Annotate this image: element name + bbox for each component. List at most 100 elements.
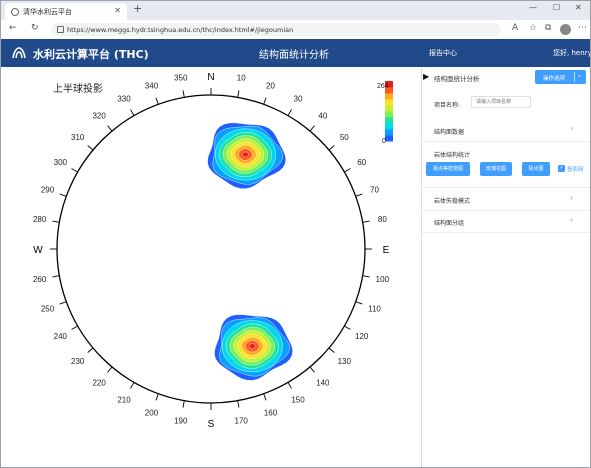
read-aloud-icon[interactable]: A [512,23,518,33]
azimuth-tick [130,109,135,116]
section-rock-statistics[interactable]: 岩体结构统计 [422,142,590,164]
colorbar-swatch [385,117,393,124]
azimuth-label: 10 [237,74,246,83]
azimuth-tick [355,301,363,305]
azimuth-tick [263,97,267,105]
favorite-star-icon[interactable]: ☆ [529,23,537,33]
pole-plot-button[interactable]: 极点图 [522,162,550,176]
colorbar: 264 0 [377,81,393,145]
density-contour-band [242,151,249,158]
colorbar-swatch [385,123,393,130]
pole-density-button[interactable]: 极点等密度图 [426,162,470,176]
azimuth-label: 30 [294,94,303,103]
azimuth-tick [362,220,370,223]
azimuth-tick [309,125,315,132]
azimuth-tick [182,400,185,408]
azimuth-label: 220 [92,378,106,387]
azimuth-tick [328,347,335,353]
close-window-icon[interactable]: ✕ [575,3,582,12]
caret-right-icon: ▶ [423,72,430,81]
azimuth-tick [237,90,240,98]
density-cluster [207,122,287,189]
section-grouping[interactable]: 结构面分组 › [422,210,590,233]
azimuth-label: 20 [266,81,275,90]
collections-icon[interactable]: ⧉ [545,23,551,33]
browser-tab[interactable]: 清华水利云平台 ✕ [5,3,127,20]
colorbar-swatch [385,93,393,100]
azimuth-tick [155,97,159,105]
options-divider [574,72,575,82]
browser-window: 清华水利云平台 ✕ + — ☐ ✕ ← ↻ https://www.meggs.… [0,0,591,468]
azimuth-label: 120 [355,332,369,341]
projection-net-label[interactable]: 投影网 [567,165,584,173]
azimuth-label: 60 [357,158,366,167]
tab-title: 清华水利云平台 [23,8,72,16]
user-greeting[interactable]: 您好, henry [553,48,590,58]
azimuth-label: 170 [235,416,249,425]
section-failure-mode[interactable]: 岩体失稳模式 › [422,187,590,211]
azimuth-ticks [50,88,372,410]
density-contours [207,122,293,381]
chevron-down-icon[interactable]: ⌄ [577,72,582,79]
stereonet-plot: 上半球投影 10 20 30 40 50 60 70 80 100 110 120 130 140 150… [1,67,420,467]
azimuth-tick [362,275,370,278]
section-label: 结构面数据 [434,129,465,136]
project-name-label: 项目名称: [434,102,461,109]
maximize-icon[interactable]: ☐ [553,3,560,12]
section-structure-data[interactable]: 结构面数据 › [422,119,590,142]
app-title: 水利云计算平台 (THC) [33,48,149,61]
panel-title: 结构面统计分析 [434,75,480,83]
globe-icon [11,8,19,16]
azimuth-label: 210 [117,396,131,405]
profile-avatar[interactable] [560,24,571,35]
azimuth-label: 140 [316,378,330,387]
azimuth-label: 250 [41,305,55,314]
colorbar-swatch [385,99,393,106]
azimuth-label: 260 [33,275,47,284]
azimuth-label: 160 [264,409,278,418]
refresh-icon[interactable]: ↻ [31,23,39,33]
projection-net-checkbox[interactable]: ✓ [558,165,565,172]
azimuth-label: 50 [340,133,349,142]
azimuth-tick [52,275,60,278]
url-field[interactable]: https://www.meggs.hydr.tsinghua.edu.cn/t… [51,23,501,36]
more-menu-icon[interactable]: ⋯ [578,23,587,33]
rose-diagram-button[interactable]: 玫瑰花图 [480,162,512,176]
section-label: 岩体失稳模式 [434,198,471,205]
azimuth-tick [287,382,292,389]
azimuth-tick [355,193,363,197]
azimuth-label: 100 [376,275,390,284]
azimuth-labels: 10 20 30 40 50 60 70 80 100 110 120 130 140 150 160 170… [33,74,390,426]
section-label: 结构面分组 [434,220,465,227]
west-label: W [33,245,43,256]
azimuth-tick [87,145,94,151]
azimuth-tick [344,168,351,173]
minimize-icon[interactable]: — [529,3,537,12]
azimuth-label: 350 [174,74,188,83]
azimuth-label: 240 [54,332,68,341]
project-name-input[interactable] [471,96,531,108]
azimuth-label: 150 [291,396,305,405]
options-button[interactable]: 操作选项 ⌄ [535,70,586,84]
colorbar-min-label: 0 [382,138,386,145]
azimuth-tick [155,393,159,401]
new-tab-icon[interactable]: + [133,2,142,15]
primitive-circle [56,94,366,404]
close-tab-icon[interactable]: ✕ [114,6,121,15]
url-text: https://www.meggs.hydr.tsinghua.edu.cn/t… [67,26,294,34]
north-label: N [207,72,214,83]
app-header: 水利云计算平台 (THC) 结构面统计分析 报告中心 您好, henry [1,39,590,67]
report-center-link[interactable]: 报告中心 [429,48,457,58]
azimuth-tick [344,325,351,330]
azimuth-label: 40 [318,112,327,121]
analysis-panel: ▶ 结构面统计分析 操作选项 ⌄ 项目名称: 结构面数据 › 岩体结构统计 极点… [421,67,590,467]
stereonet-svg: 10 20 30 40 50 60 70 80 100 110 120 130 140 150 160 170… [33,72,393,430]
back-icon[interactable]: ← [9,23,17,33]
azimuth-label: 330 [117,94,131,103]
azimuth-tick [59,301,67,305]
azimuth-tick [87,347,94,353]
colorbar-swatch [385,105,393,112]
azimuth-label: 230 [71,357,85,366]
density-cluster [214,314,293,381]
azimuth-tick [71,325,78,330]
